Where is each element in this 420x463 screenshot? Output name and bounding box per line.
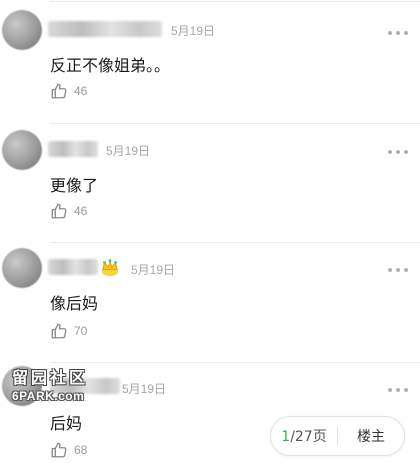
- comment-text: 像后妈: [50, 294, 99, 313]
- comment-text: 后妈: [50, 414, 83, 433]
- site-watermark: 留园社区 6PARK.com: [12, 364, 102, 403]
- like-button[interactable]: 68: [50, 441, 87, 459]
- avatar[interactable]: [2, 248, 42, 288]
- username-blurred[interactable]: [48, 141, 98, 157]
- username-blurred[interactable]: [48, 21, 162, 37]
- comment-text: 反正不像姐弟。。: [50, 56, 171, 75]
- divider: [50, 362, 420, 363]
- avatar[interactable]: [2, 130, 42, 170]
- comment-date: 5月19日: [106, 144, 151, 158]
- divider: [50, 1, 420, 2]
- like-count: 46: [74, 84, 88, 98]
- thumbs-up-icon: [51, 83, 67, 99]
- comment-date: 5月19日: [122, 382, 167, 396]
- like-count: 70: [74, 324, 88, 338]
- username-blurred[interactable]: [48, 259, 98, 275]
- op-only-button[interactable]: 楼主: [338, 426, 404, 446]
- thumbs-up-icon: [51, 442, 67, 458]
- more-dots-icon[interactable]: [388, 28, 408, 38]
- comment-date: 5月19日: [131, 263, 176, 277]
- like-count: 46: [74, 204, 88, 218]
- divider: [50, 242, 420, 243]
- thumbs-up-icon: [51, 323, 67, 339]
- like-button[interactable]: 46: [50, 202, 87, 220]
- more-dots-icon[interactable]: [388, 385, 408, 395]
- comment-text: 更像了: [50, 176, 99, 195]
- more-dots-icon[interactable]: [388, 147, 408, 157]
- watermark-domain: 6PARK.com: [12, 389, 85, 403]
- comment-date: 5月19日: [171, 24, 216, 38]
- more-dots-icon[interactable]: [388, 265, 408, 275]
- page-indicator[interactable]: 1/27页: [271, 426, 337, 446]
- page-navigator: 1/27页 楼主: [270, 416, 405, 456]
- thumbs-up-icon: [51, 203, 67, 219]
- total-pages: /27页: [290, 429, 327, 445]
- avatar[interactable]: [2, 10, 42, 50]
- crown-badge-icon: [101, 259, 119, 277]
- like-count: 68: [74, 443, 88, 457]
- like-button[interactable]: 70: [50, 322, 87, 340]
- current-page: 1: [281, 429, 291, 445]
- like-button[interactable]: 46: [50, 82, 87, 100]
- divider: [50, 123, 420, 124]
- watermark-title: 留园社区: [12, 368, 89, 387]
